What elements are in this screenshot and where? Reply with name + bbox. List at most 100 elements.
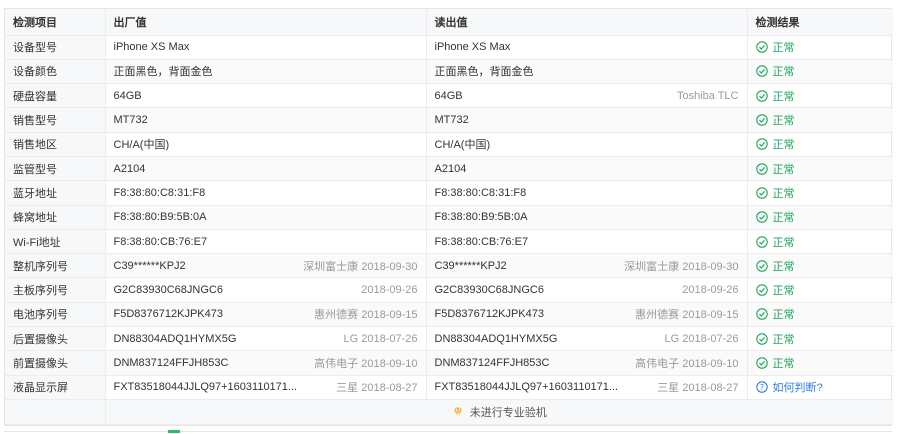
read-note: 2018-09-26	[682, 284, 739, 297]
result-cell: 正常	[747, 59, 893, 85]
header-factory-value: 出厂值	[105, 9, 427, 36]
factory-value-cell: A2104	[105, 156, 427, 182]
result-text: 正常	[772, 309, 795, 322]
result-ok: 正常	[755, 355, 886, 371]
factory-value: A2104	[113, 162, 146, 175]
read-value-cell: A2104	[426, 156, 748, 182]
read-value: 正面黑色，背面金色	[434, 66, 534, 79]
inspection-table: 检测项目 出厂值 读出值 检测结果 设备型号 iPhone XS Max iPhon…	[5, 9, 893, 425]
result-cell: ? 如何判断?	[747, 375, 893, 400]
read-value: MT732	[434, 114, 469, 127]
result-ok: 正常	[755, 209, 886, 225]
read-value: F5D8376712KJPK473	[434, 308, 544, 321]
factory-value: G2C83930C68JNGC6	[113, 284, 223, 297]
table-row: 硬盘容量 64GB 64GB Toshiba TLC 正常	[5, 83, 893, 109]
read-note: 高伟电子 2018-09-10	[635, 358, 739, 370]
check-circle-icon	[755, 89, 768, 102]
factory-value-cell: iPhone XS Max	[105, 35, 427, 60]
check-circle-icon	[755, 162, 768, 175]
row-label: 蓝牙地址	[5, 180, 106, 206]
check-circle-icon	[755, 187, 768, 199]
result-cell: 正常	[747, 107, 893, 133]
result-cell: 正常	[747, 253, 893, 279]
result-cell: 正常	[747, 156, 893, 182]
footer-row: 未进行专业验机	[5, 399, 893, 425]
factory-value: DNM837124FFJH853C	[113, 357, 229, 369]
read-value-cell: C39******KPJ2 深圳富士康 2018-09-30	[426, 253, 748, 279]
result-ok: 正常	[755, 306, 886, 322]
result-ok: 正常	[755, 282, 886, 298]
row-label: 后置摄像头	[5, 326, 106, 352]
how-to-judge-link[interactable]: ? 如何判断?	[755, 379, 886, 395]
result-text: 正常	[772, 236, 795, 249]
result-text[interactable]: 如何判断?	[773, 379, 823, 395]
check-circle-icon	[755, 41, 768, 53]
read-value: CH/A(中国)	[434, 139, 491, 152]
header-result: 检测结果	[747, 9, 893, 36]
table-row: 主板序列号 G2C83930C68JNGC6 2018-09-26 G2C83930C…	[5, 277, 893, 303]
factory-value-cell: DN88304ADQ1HYMX5G LG 2018-07-26	[105, 326, 427, 352]
row-label: 设备颜色	[5, 59, 106, 85]
row-label: 电池序列号	[5, 302, 106, 328]
table-row: 后置摄像头 DN88304ADQ1HYMX5G LG 2018-07-26 DN883…	[5, 326, 893, 352]
factory-note: 深圳富士康 2018-09-30	[303, 260, 418, 273]
read-value-cell: F5D8376712KJPK473 惠州德赛 2018-09-15	[426, 302, 748, 328]
inspection-table-container: 检测项目 出厂值 读出值 检测结果 设备型号 iPhone XS Max iPhon…	[4, 8, 893, 426]
table-row: 前置摄像头 DNM837124FFJH853C 高伟电子 2018-09-10 DNM…	[5, 350, 893, 376]
factory-note: 三星 2018-08-27	[336, 382, 418, 395]
bottom-divider	[4, 431, 892, 432]
result-ok: 正常	[755, 136, 886, 152]
row-label: 蜂窝地址	[5, 205, 106, 230]
table-row: 蓝牙地址 F8:38:80:C8:31:F8 F8:38:80:C8:31:F8 正常	[5, 180, 893, 206]
table-row: 设备颜色 正面黑色，背面金色 正面黑色，背面金色 正常	[5, 59, 893, 85]
table-header-row: 检测项目 出厂值 读出值 检测结果	[5, 9, 893, 36]
result-cell: 正常	[747, 35, 893, 60]
read-value-cell: CH/A(中国)	[426, 132, 748, 157]
result-ok: 正常	[755, 39, 886, 55]
check-circle-icon	[755, 357, 768, 369]
read-value: iPhone XS Max	[434, 41, 511, 54]
result-cell: 正常	[747, 205, 893, 230]
factory-value: FXT83518044JJLQ97+1603110171...	[113, 381, 298, 394]
result-ok: 正常	[755, 63, 886, 79]
result-text: 正常	[772, 42, 795, 55]
read-value-cell: F8:38:80:B9:5B:0A	[426, 205, 748, 230]
factory-note: 2018-09-26	[361, 284, 418, 297]
read-value: F8:38:80:C8:31:F8	[434, 186, 527, 199]
factory-note: 高伟电子 2018-09-10	[314, 358, 418, 370]
read-value: 64GB	[434, 89, 463, 102]
row-label: 主板序列号	[5, 277, 106, 303]
factory-value-cell: MT732	[105, 107, 427, 133]
check-circle-icon	[755, 284, 768, 296]
table-row: 蜂窝地址 F8:38:80:B9:5B:0A F8:38:80:B9:5B:0A 正常	[5, 205, 893, 230]
factory-value: 正面黑色，背面金色	[113, 66, 213, 79]
header-read-value: 读出值	[426, 9, 748, 36]
footer-cell: 未进行专业验机	[105, 399, 893, 425]
row-label: 销售型号	[5, 107, 106, 133]
check-circle-icon	[755, 114, 768, 126]
factory-value-cell: CH/A(中国)	[105, 132, 427, 157]
read-note: 深圳富士康 2018-09-30	[624, 260, 739, 273]
header-item: 检测项目	[5, 9, 106, 36]
check-circle-icon	[755, 308, 768, 321]
read-value: A2104	[434, 162, 467, 175]
table-row: 电池序列号 F5D8376712KJPK473 惠州德赛 2018-09-15 F5D…	[5, 302, 893, 328]
result-text: 正常	[772, 115, 795, 128]
row-label: 液晶显示屏	[5, 375, 106, 400]
table-row: 液晶显示屏 FXT83518044JJLQ97+1603110171... 三星 2…	[5, 375, 893, 400]
factory-value-cell: F8:38:80:C8:31:F8	[105, 180, 427, 206]
factory-note: LG 2018-07-26	[343, 332, 418, 345]
result-text: 正常	[772, 139, 795, 152]
table-row: 整机序列号 C39******KPJ2 深圳富士康 2018-09-30 C39***…	[5, 253, 893, 279]
result-text: 正常	[772, 66, 795, 79]
factory-value: 64GB	[113, 89, 142, 102]
factory-value: F8:38:80:CB:76:E7	[113, 235, 208, 248]
diamond-icon	[453, 407, 462, 417]
factory-value: F8:38:80:C8:31:F8	[113, 186, 206, 199]
footer-left-cell	[5, 399, 106, 425]
result-ok: 正常	[755, 161, 886, 177]
result-ok: 正常	[755, 258, 886, 274]
read-value-cell: G2C83930C68JNGC6 2018-09-26	[426, 277, 748, 303]
row-label: Wi-Fi地址	[5, 229, 106, 255]
read-value: C39******KPJ2	[434, 259, 507, 272]
